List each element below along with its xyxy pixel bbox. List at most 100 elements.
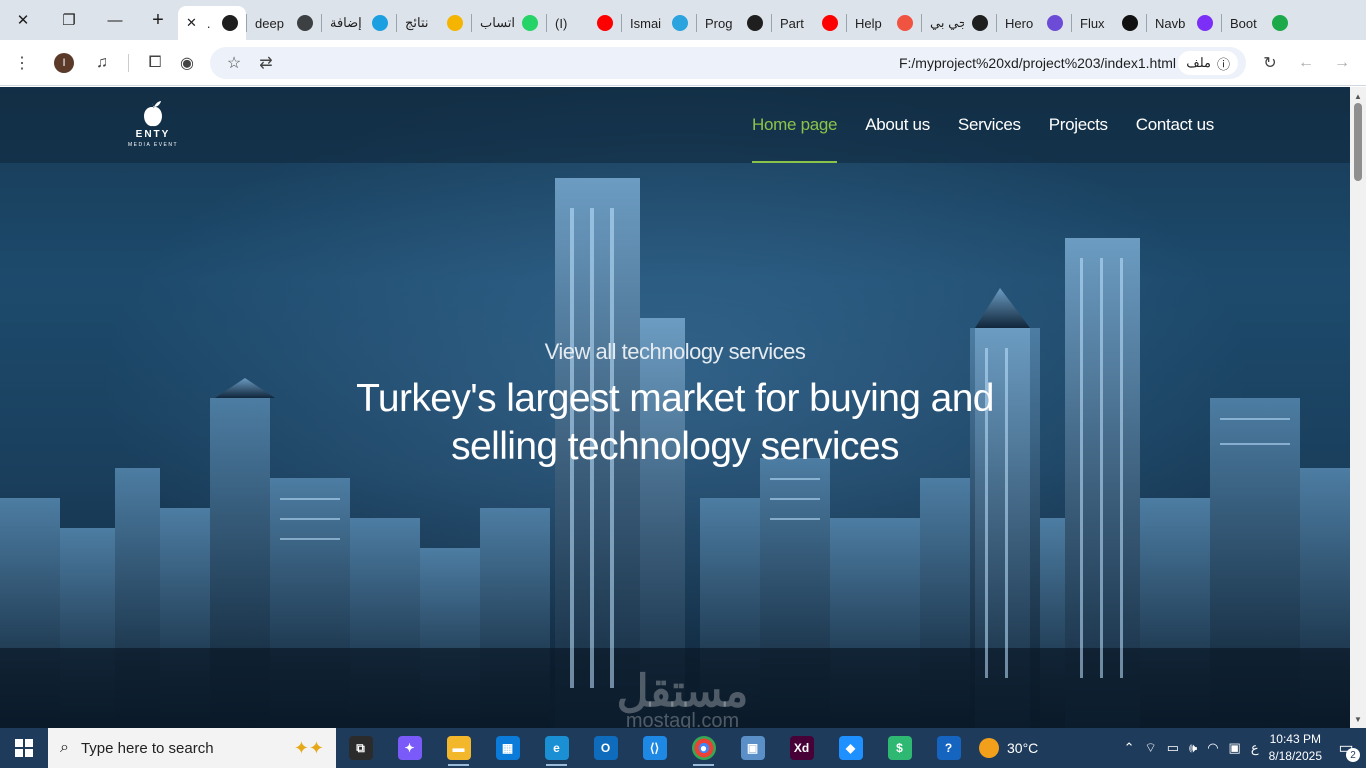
taskbar-app-microsoft-store[interactable]: ▦ xyxy=(483,728,532,768)
browser-tab[interactable]: Part xyxy=(772,7,846,39)
tab-label: Help xyxy=(855,15,882,31)
new-tab-button[interactable]: + xyxy=(138,0,178,40)
scroll-down-icon[interactable]: ▼ xyxy=(1350,712,1366,726)
close-tab-icon[interactable]: ✕ xyxy=(186,15,197,31)
notification-button[interactable]: ▭ 2 xyxy=(1332,734,1360,762)
display-icon[interactable]: ▣ xyxy=(1229,740,1241,756)
taskbar-search-box[interactable]: ⌕ Type here to search ✦✦ xyxy=(48,728,336,768)
close-window-button[interactable]: ✕ xyxy=(0,0,46,40)
browser-tab[interactable]: deep xyxy=(247,7,321,39)
taskbar-app-task-view[interactable]: ⧉ xyxy=(336,728,385,768)
language-indicator[interactable]: ع xyxy=(1251,740,1259,756)
taskbar-app-remote-desktop[interactable]: ▣ xyxy=(728,728,777,768)
chrome-icon: ● xyxy=(691,736,716,760)
browser-tab[interactable]: Flux xyxy=(1072,7,1146,39)
nav-link-services[interactable]: Services xyxy=(958,87,1021,163)
arrow-left-icon: ← xyxy=(1298,53,1314,71)
reload-button[interactable]: ↻ xyxy=(1254,47,1286,79)
battery-icon[interactable]: ▭ xyxy=(1167,740,1179,756)
taskbar-app-help[interactable]: ? xyxy=(924,728,973,768)
url-text[interactable]: F:/myproject%20xd/project%203/index1.htm… xyxy=(899,55,1176,71)
bootstrap-icon xyxy=(1197,15,1213,31)
windows-taskbar: ⌕ Type here to search ✦✦ ⧉ ✦ ▬ ▦ e O ⟨⟩ ● ▣ Xd ◆ $?… xyxy=(0,728,1366,768)
translate-icon[interactable]: ⇄ xyxy=(250,47,282,79)
start-button[interactable] xyxy=(0,728,48,768)
whatsapp-icon xyxy=(522,15,538,31)
taskbar-app-file-explorer[interactable]: ▬ xyxy=(434,728,483,768)
minimize-icon: — xyxy=(107,11,123,29)
taskbar-app-app-coins[interactable]: $ xyxy=(875,728,924,768)
puzzle-icon: ⧠ xyxy=(148,53,162,71)
browser-tab[interactable]: واتساب xyxy=(472,7,546,39)
nav-link-contact-us[interactable]: Contact us xyxy=(1136,87,1215,163)
scroll-up-icon[interactable]: ▲ xyxy=(1350,89,1366,103)
youtube-icon xyxy=(597,15,613,31)
browser-tab[interactable]: Navb xyxy=(1147,7,1221,39)
telegram-icon xyxy=(672,15,688,31)
tab-label: Boot xyxy=(1230,15,1257,31)
globe-icon xyxy=(222,15,238,31)
media-control-button[interactable]: ♫ xyxy=(86,47,118,79)
sparkle-icon: ✦✦ xyxy=(293,737,324,758)
taskbar-app-outlook[interactable]: O xyxy=(581,728,630,768)
remote-desktop-icon: ▣ xyxy=(740,736,765,760)
scrollbar-thumb[interactable] xyxy=(1354,103,1362,181)
back-button[interactable]: → xyxy=(1326,47,1358,79)
app-blue-icon: ◆ xyxy=(838,736,863,760)
taskbar-app-vscode[interactable]: ⟨⟩ xyxy=(630,728,679,768)
plus-icon: + xyxy=(152,8,164,31)
help-icon: ? xyxy=(936,736,961,760)
reload-icon: ↻ xyxy=(1263,54,1277,72)
clock[interactable]: 10:43 PM 8/18/2025 xyxy=(1269,731,1322,765)
network-icon[interactable]: ⌔ xyxy=(1144,740,1156,756)
p-icon xyxy=(747,15,763,31)
taskbar-app-chrome[interactable]: ● xyxy=(679,728,728,768)
restore-window-button[interactable]: ❐ xyxy=(46,0,92,40)
tab-label: Prog xyxy=(705,15,733,31)
nav-link-about-us[interactable]: About us xyxy=(865,87,930,163)
youtube-icon xyxy=(822,15,838,31)
site-info-chip[interactable]: ملف ⓘ xyxy=(1178,51,1238,75)
browser-tab[interactable]: Help xyxy=(847,7,921,39)
browser-tab[interactable]: (I) xyxy=(547,7,621,39)
browser-tab[interactable]: Hero xyxy=(997,7,1071,39)
nav-link-home-page[interactable]: Home page xyxy=(752,87,838,163)
kebab-menu-icon: ⋮ xyxy=(14,54,30,72)
camera-icon: ◉ xyxy=(180,54,194,72)
task-view-icon: ⧉ xyxy=(348,736,373,760)
browser-tab[interactable]: جي بي xyxy=(922,7,996,39)
taskbar-app-adobe-xd[interactable]: Xd xyxy=(777,728,826,768)
address-bar[interactable]: ☆ ⇄ F:/myproject%20xd/project%203/index1… xyxy=(210,47,1246,79)
browser-tab[interactable]: ✕. xyxy=(178,6,246,40)
laravel-icon xyxy=(897,15,913,31)
taskbar-app-app-blue[interactable]: ◆ xyxy=(826,728,875,768)
nav-link-projects[interactable]: Projects xyxy=(1049,87,1108,163)
weather-widget[interactable]: 30°C xyxy=(979,738,1038,758)
site-logo[interactable]: ENTY MEDIA EVENT xyxy=(116,99,190,151)
wifi-icon[interactable]: ◠ xyxy=(1207,740,1218,756)
hero-title-line1: Turkey's largest market for buying and xyxy=(356,377,994,420)
minimize-window-button[interactable]: — xyxy=(92,0,138,40)
browser-tab[interactable]: إضافة xyxy=(322,7,396,39)
taskbar-app-copilot[interactable]: ✦ xyxy=(385,728,434,768)
adobe-xd-icon: Xd xyxy=(789,736,814,760)
menu-button[interactable]: ⋮ xyxy=(6,47,38,79)
volume-icon[interactable]: 🕪 xyxy=(1189,740,1197,756)
extensions-button[interactable]: ⧠ xyxy=(139,47,171,79)
forward-button[interactable]: ← xyxy=(1290,47,1322,79)
browser-tab[interactable]: Prog xyxy=(697,7,771,39)
browser-tab[interactable]: نتائج xyxy=(397,7,471,39)
tab-label: . xyxy=(206,15,211,31)
search-placeholder: Type here to search xyxy=(80,739,214,757)
chevron-up-icon[interactable]: ⌃ xyxy=(1124,740,1135,756)
screenshot-button[interactable]: ◉ xyxy=(171,47,203,79)
tab-label: نتائج xyxy=(405,15,429,30)
browser-tab[interactable]: Ismai xyxy=(622,7,696,39)
taskbar-app-edge[interactable]: e xyxy=(532,728,581,768)
tab-label: Ismai xyxy=(630,15,662,31)
browser-tab[interactable]: Boot xyxy=(1222,7,1296,39)
microsoft-store-icon: ▦ xyxy=(495,736,520,760)
bookmark-star-icon[interactable]: ☆ xyxy=(218,47,250,79)
profile-button[interactable]: I xyxy=(48,47,80,79)
page-scrollbar[interactable]: ▲ ▼ xyxy=(1350,87,1366,728)
